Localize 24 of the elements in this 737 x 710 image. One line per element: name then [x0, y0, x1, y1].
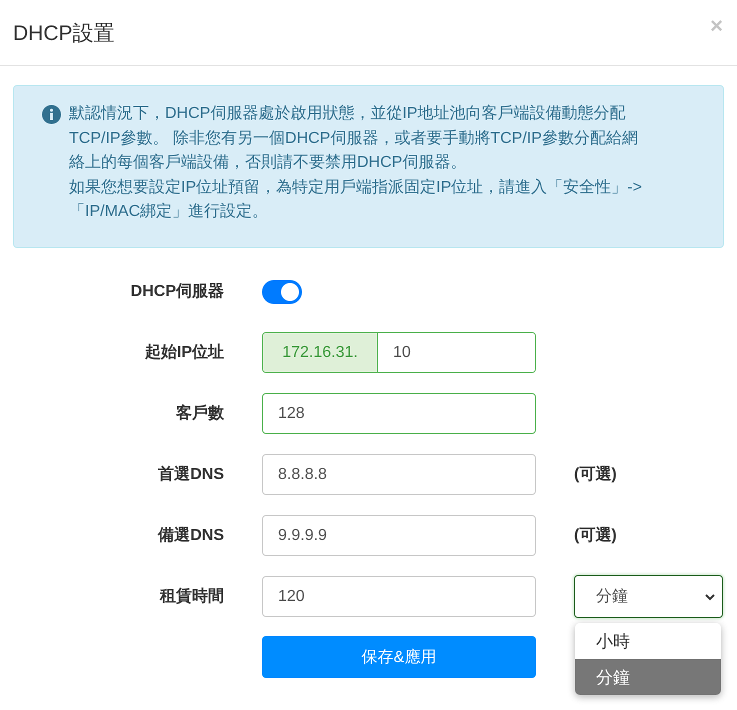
field-label: DHCP伺服器 [130, 282, 224, 302]
unit-select[interactable]: 分鐘 [574, 575, 723, 618]
info-text: 「IP/MAC綁定」進行設定。 [69, 202, 270, 222]
info-text: 默認情況下，DHCP伺服器處於啟用狀態，並從IP地址池向客戶端設備動態分配 [69, 104, 626, 124]
dialog-title: DHCP設置 [13, 20, 115, 46]
optional-note: (可選) [574, 526, 617, 546]
info-text: 如果您想要設定IP位址預留，為特定用戶端指派固定IP位址，請進入「安全性」-> [69, 178, 642, 198]
field-label: 首選DNS [157, 464, 224, 485]
field-label: 備選DNS [156, 526, 224, 546]
info-icon [42, 105, 61, 124]
field-label: 客戶數 [175, 403, 224, 424]
info-text: TCP/IP參數。 除非您有另一個DHCP伺服器，或者要手動將TCP/IP參數分配給網 [69, 128, 639, 148]
info-text: 絡上的每個客戶端設備，否則請不要禁用DHCP伺服器。 [69, 152, 468, 173]
input-field[interactable]: 128 [262, 393, 536, 434]
dropdown-option[interactable]: 小時 [575, 623, 721, 659]
input-field[interactable]: 120 [262, 576, 536, 617]
input-field[interactable]: 8.8.8.8 [262, 454, 536, 495]
dropdown-option[interactable]: 分鐘 [575, 659, 721, 695]
field-label: 租賃時間 [158, 586, 224, 607]
optional-note: (可選) [574, 464, 617, 485]
input-field[interactable]: 9.9.9.9 [262, 515, 536, 556]
toggle-switch[interactable] [262, 280, 302, 304]
ip-input-field[interactable]: 172.16.31. 10 [262, 332, 536, 373]
field-label: 起始IP位址 [144, 342, 224, 363]
